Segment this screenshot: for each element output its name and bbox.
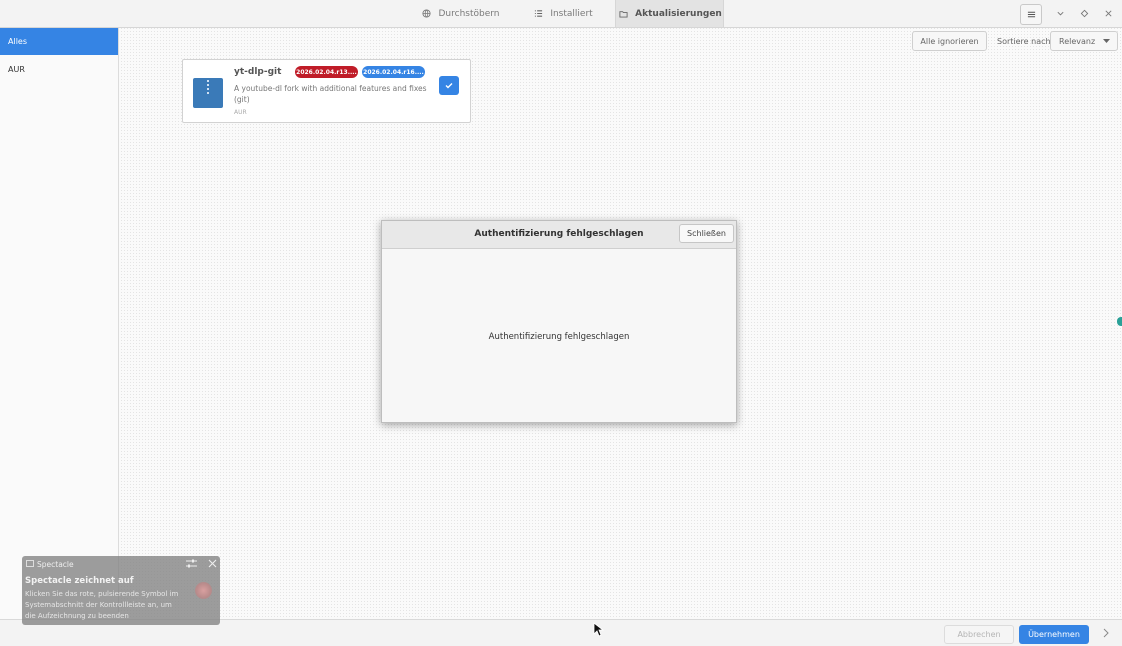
chevron-right-icon[interactable] <box>1102 628 1110 641</box>
hamburger-menu-button[interactable] <box>1020 4 1042 25</box>
package-description: A youtube-dl fork with additional featur… <box>234 84 427 104</box>
folder-icon <box>617 8 629 20</box>
dialog-header: Authentifizierung fehlgeschlagen Schließ… <box>382 221 736 249</box>
ignore-all-button[interactable]: Alle ignorieren <box>912 31 987 51</box>
close-window-button[interactable] <box>1098 4 1118 23</box>
diamond-icon <box>1080 9 1088 18</box>
dropdown-arrow-icon <box>1103 39 1110 43</box>
record-indicator-icon <box>195 582 212 599</box>
hamburger-icon <box>1027 11 1035 18</box>
sort-value: Relevanz <box>1059 36 1096 46</box>
list-icon <box>532 8 544 20</box>
notification-app-name: Spectacle <box>37 560 74 569</box>
tab-label: Durchstöbern <box>438 8 500 19</box>
notification-title: Spectacle zeichnet auf <box>25 576 134 586</box>
update-checkbox[interactable] <box>439 76 459 95</box>
tab-label: Aktualisierungen <box>635 8 722 19</box>
package-name: yt-dlp-git <box>234 67 282 77</box>
dialog-message: Authentifizierung fehlgeschlagen <box>488 332 630 342</box>
old-version-badge: 2026.02.04.r13.... <box>295 66 358 78</box>
header-bar: Durchstöbern Installiert Aktualisierunge… <box>0 0 1122 28</box>
archive-icon <box>193 78 223 108</box>
minimize-button[interactable] <box>1050 4 1070 23</box>
sidebar-item-aur[interactable]: AUR <box>0 56 118 83</box>
new-version-badge: 2026.02.04.r16.... <box>362 66 425 78</box>
sort-select[interactable]: Relevanz <box>1050 31 1118 51</box>
checkmark-icon <box>445 83 453 89</box>
tab-browse[interactable]: Durchstöbern <box>410 0 510 27</box>
ignore-all-label: Alle ignorieren <box>920 36 979 46</box>
sidebar-item-label: AUR <box>8 65 25 74</box>
spectacle-notification[interactable]: Spectacle Spectacle zeichnet auf Klicken… <box>22 556 220 625</box>
chevron-down-icon <box>1056 11 1064 16</box>
tab-installed[interactable]: Installiert <box>520 0 605 27</box>
sidebar: Alles AUR <box>0 28 119 618</box>
notification-body: Klicken Sie das rote, pulsierende Symbol… <box>25 590 179 620</box>
maximize-button[interactable] <box>1074 4 1094 23</box>
dialog-close-button[interactable]: Schließen <box>679 224 734 243</box>
settings-sliders-icon[interactable] <box>186 559 197 570</box>
sidebar-item-all[interactable]: Alles <box>0 28 118 55</box>
sidebar-item-label: Alles <box>8 37 28 46</box>
tab-updates[interactable]: Aktualisierungen <box>615 0 724 27</box>
sort-label: Sortiere nach <box>997 37 1051 46</box>
package-card[interactable]: yt-dlp-git 2026.02.04.r13.... 2026.02.04… <box>182 59 471 123</box>
screen-icon <box>26 560 34 567</box>
close-icon <box>1104 10 1112 17</box>
notification-close-icon[interactable] <box>208 559 217 570</box>
mouse-cursor-icon <box>593 622 604 637</box>
apply-button[interactable]: Übernehmen <box>1019 625 1089 644</box>
tab-label: Installiert <box>550 8 593 19</box>
globe-icon <box>420 8 432 20</box>
edge-marker <box>1117 317 1122 326</box>
package-repo: AUR <box>234 109 247 116</box>
auth-failed-dialog: Authentifizierung fehlgeschlagen Schließ… <box>381 220 737 423</box>
cancel-button[interactable]: Abbrechen <box>944 625 1014 644</box>
